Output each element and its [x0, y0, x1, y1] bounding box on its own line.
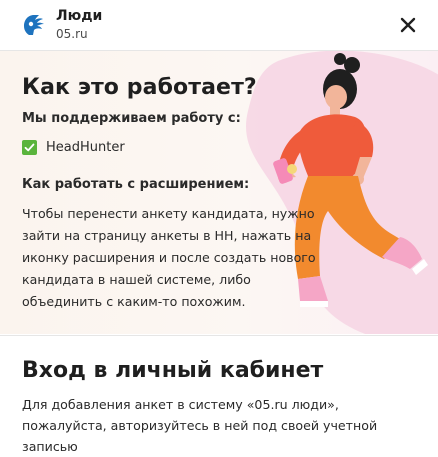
login-line: записью	[22, 439, 78, 454]
instructions-line: кандидата в нашей системе, либо	[22, 272, 251, 287]
login-card: Вход в личный кабинет Для добавления анк…	[0, 335, 438, 454]
instructions-text: Чтобы перенести анкету кандидата, нужно …	[22, 203, 322, 313]
supported-item-headhunter: HeadHunter	[22, 138, 125, 156]
close-icon[interactable]	[398, 15, 418, 35]
app-subtitle: 05.ru	[56, 27, 88, 41]
login-title: Вход в личный кабинет	[22, 358, 324, 383]
supported-item-label: HeadHunter	[46, 139, 125, 155]
instructions-line: иконку расширения и после создать нового	[22, 250, 316, 265]
hand-logo-icon	[24, 15, 44, 35]
instructions-line: объединить с каким-то похожим.	[22, 294, 246, 309]
app-title: Люди	[56, 8, 103, 24]
checkmark-icon	[22, 139, 37, 155]
login-description: Для добавления анкет в систему «05.ru лю…	[22, 394, 422, 457]
instructions-label: Как работать с расширением:	[22, 177, 250, 192]
login-line: Для добавления анкет в систему «05.ru лю…	[22, 397, 339, 412]
header: Люди 05.ru	[0, 0, 438, 51]
how-it-works-title: Как это работает?	[22, 75, 257, 100]
how-it-works-card: Как это работает? Мы поддерживаем работу…	[0, 51, 438, 334]
instructions-line: зайти на страницу анкеты в НН, нажать на	[22, 228, 312, 243]
instructions-line: Чтобы перенести анкету кандидата, нужно	[22, 206, 315, 221]
login-line: пожалуйста, авторизуйтесь в ней под свое…	[22, 418, 378, 433]
supported-label: Мы поддерживаем работу с:	[22, 111, 241, 126]
